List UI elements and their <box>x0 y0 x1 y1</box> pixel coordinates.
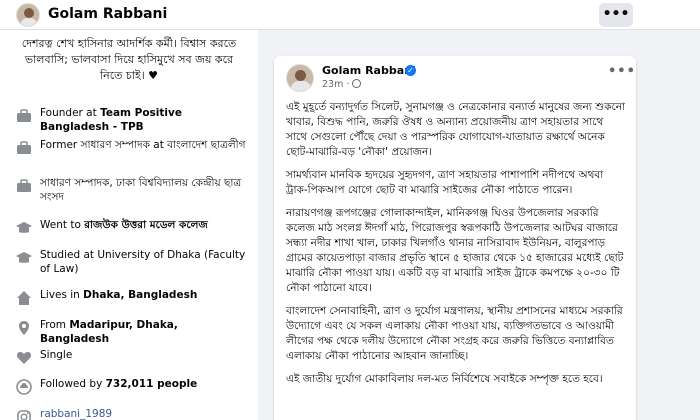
intro-item-lives-in: Lives in Dhaka, Bangladesh <box>14 288 250 318</box>
briefcase-icon <box>17 179 31 192</box>
intro-item-instagram: rabbani_1989 <box>14 407 250 420</box>
intro-item-text: Went to রাজউক উত্তরা মডেল কলেজ <box>40 218 250 232</box>
avatar-face <box>295 70 306 81</box>
intro-item-prefix: Lives in <box>40 289 84 301</box>
post-timestamp[interactable]: 23m <box>322 79 343 90</box>
intro-item-prefix: Followed by <box>40 378 106 390</box>
intro-item-education-university: Studied at University of Dhaka (Faculty … <box>14 248 250 278</box>
graduation-cap-icon <box>16 252 32 263</box>
post-options-button[interactable]: ••• <box>608 64 636 79</box>
intro-item-relationship: Single <box>14 348 250 378</box>
graduation-cap-icon <box>16 222 32 233</box>
post-paragraph: বাংলাদেশ সেনাবাহিনী, ত্রাণ ও দুর্যোগ মন্… <box>286 305 623 362</box>
profile-avatar[interactable] <box>16 3 40 27</box>
intro-item-link[interactable]: 732,011 people <box>106 378 198 390</box>
intro-item-work-former: Former সাধারণ সম্পাদক at বাংলাদেশ ছাত্রল… <box>14 138 250 168</box>
post-card: Golam Rabbani ✓ 23m · ••• এই মুহূর্তে বন… <box>274 56 636 420</box>
followers-icon <box>16 379 32 395</box>
briefcase-icon <box>17 141 31 154</box>
globe-icon <box>352 79 362 88</box>
intro-item-link[interactable]: Dhaka, Bangladesh <box>83 289 197 301</box>
intro-item-text: Single <box>40 349 73 361</box>
intro-item-text: Studied at University of Dhaka (Faculty … <box>40 249 246 275</box>
post-paragraph: নারায়ণগঞ্জ রূপগঞ্জের গোলাকান্দাইল, মানি… <box>286 207 624 294</box>
intro-item-work-founder: Founder at Team Positive Bangladesh - TP… <box>14 106 250 136</box>
intro-item-prefix: Went to <box>40 219 85 231</box>
home-icon <box>17 291 31 305</box>
feed-column: Golam Rabbani ✓ 23m · ••• এই মুহূর্তে বন… <box>258 30 700 420</box>
intro-item-prefix: From <box>40 319 70 331</box>
profile-header-bar: Golam Rabbani ••• <box>0 0 700 30</box>
post-paragraph: এই জাতীয় দুর্যোগ মোকাবিলায় দল-মত নির্ব… <box>286 373 603 385</box>
post-author-avatar[interactable] <box>286 64 314 92</box>
post-author-name[interactable]: Golam Rabbani <box>322 64 416 77</box>
instagram-link[interactable]: rabbani_1989 <box>40 407 250 420</box>
intro-item-text: Founder at Team Positive Bangladesh - TP… <box>40 106 250 134</box>
avatar-shirt <box>20 18 38 26</box>
more-options-button[interactable]: ••• <box>599 3 633 27</box>
intro-item-from: From Madaripur, Dhaka, Bangladesh <box>14 318 250 348</box>
post-meta: 23m · <box>322 79 362 90</box>
intro-item-followers: Followed by 732,011 people <box>14 377 250 407</box>
intro-card: দেশরত্ন শেখ হাসিনার আদর্শিক কর্মী। বিশ্ব… <box>0 30 258 420</box>
verified-badge-icon: ✓ <box>405 65 416 76</box>
intro-item-link[interactable]: রাজউক উত্তরা মডেল কলেজ <box>84 219 208 231</box>
post-paragraph: এই মুহূর্তে বন্যাদুর্গত সিলেট, সুনামগঞ্জ… <box>286 101 626 158</box>
intro-item-education-college: Went to রাজউক উত্তরা মডেল কলেজ <box>14 218 250 248</box>
location-pin-icon <box>19 321 29 335</box>
intro-item-text: Former সাধারণ সম্পাদক at বাংলাদেশ ছাত্রল… <box>40 139 246 151</box>
intro-item-text: Lives in Dhaka, Bangladesh <box>40 288 250 302</box>
intro-item-text: Followed by 732,011 people <box>40 377 250 391</box>
avatar-shirt <box>291 81 311 91</box>
briefcase-icon <box>17 109 31 122</box>
intro-item-work-ducsu: সাধারণ সম্পাদক, ঢাকা বিশ্ববিদ্যালয় কেন্… <box>14 176 250 206</box>
intro-bio: দেশরত্ন শেখ হাসিনার আদর্শিক কর্মী। বিশ্ব… <box>21 37 237 82</box>
instagram-icon <box>17 410 31 420</box>
intro-item-text: From Madaripur, Dhaka, Bangladesh <box>40 318 250 346</box>
avatar-face <box>24 8 34 18</box>
meta-separator: · <box>346 79 350 90</box>
post-body: এই মুহূর্তে বন্যাদুর্গত সিলেট, সুনামগঞ্জ… <box>286 100 626 395</box>
profile-name[interactable]: Golam Rabbani <box>48 6 167 22</box>
intro-item-text: সাধারণ সম্পাদক, ঢাকা বিশ্ববিদ্যালয় কেন্… <box>40 177 242 203</box>
heart-icon <box>16 352 32 364</box>
intro-item-prefix: Founder at <box>40 107 101 119</box>
post-paragraph: সামর্থ্যবান মানবিক হৃদয়ের সুহৃদগণ, ত্রা… <box>286 169 604 196</box>
